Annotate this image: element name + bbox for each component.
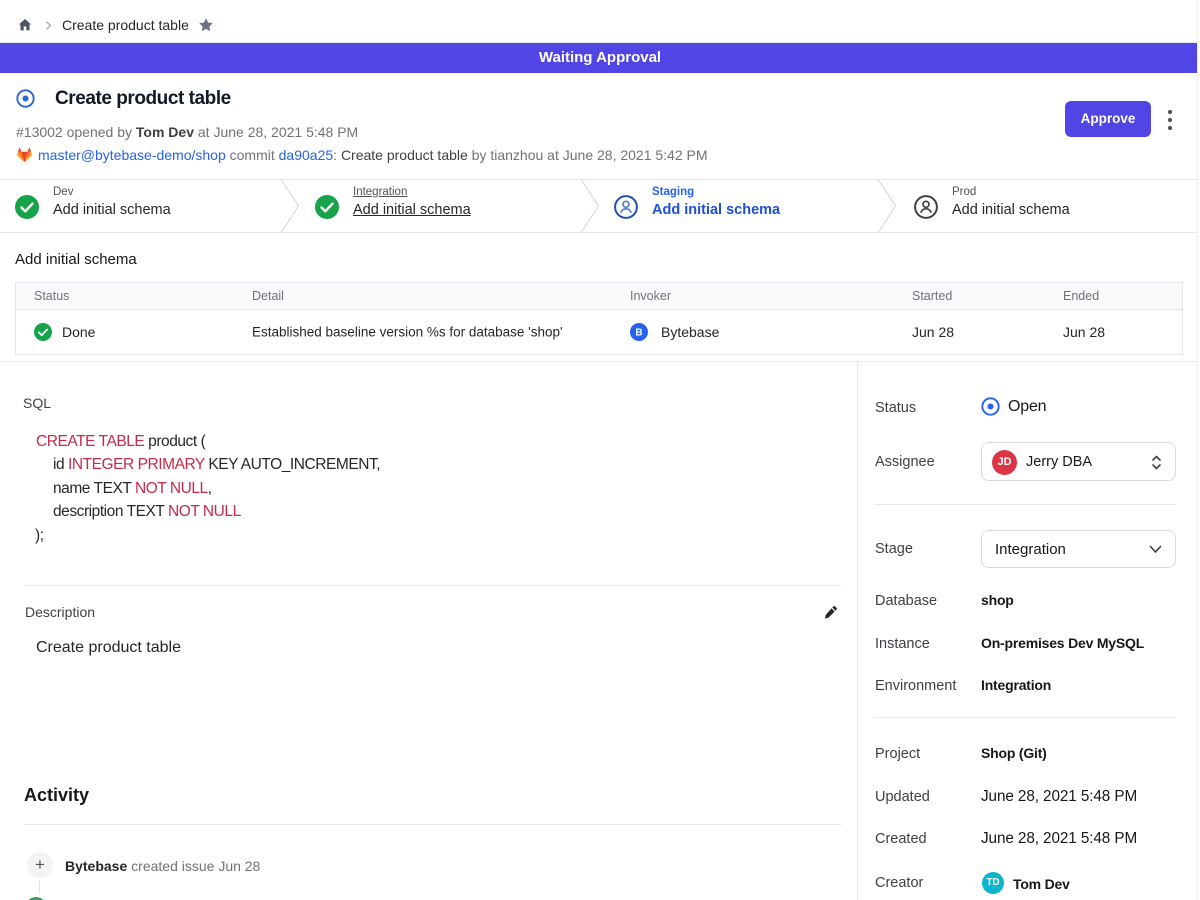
svg-text:B: B	[635, 328, 642, 339]
